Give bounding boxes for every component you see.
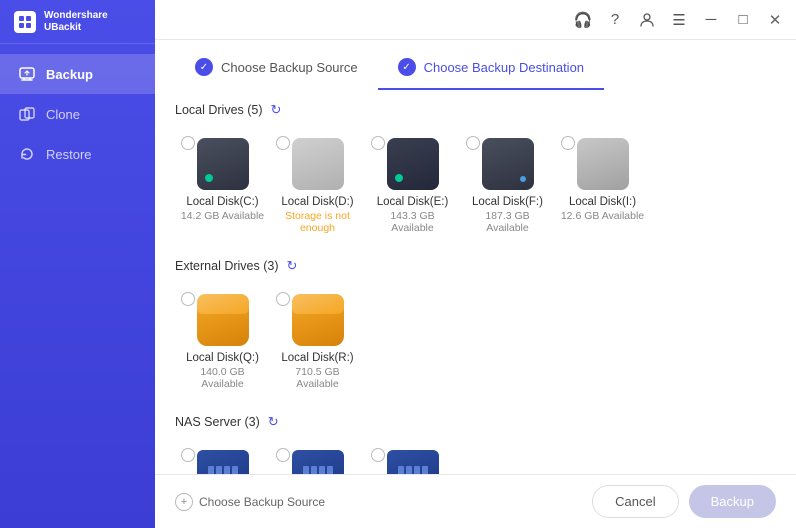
drive-f-icon — [482, 138, 534, 190]
drive-x-radio[interactable] — [181, 448, 195, 462]
drive-z-radio[interactable] — [371, 448, 385, 462]
drive-f[interactable]: Local Disk(F:) 187.3 GB Available — [460, 130, 555, 242]
drive-d-icon — [292, 138, 344, 190]
external-drives-title: External Drives (3) ↻ — [175, 258, 776, 274]
sidebar-item-clone[interactable]: Clone — [0, 94, 155, 134]
drive-i-icon — [577, 138, 629, 190]
drive-e-name: Local Disk(E:) — [377, 196, 449, 208]
drive-x[interactable]: homes(X:) — [175, 442, 270, 474]
app-logo: Wondershare UBackit — [0, 0, 155, 44]
drive-q-name: Local Disk(Q:) — [186, 352, 259, 364]
titlebar: 🎧 ? ☰ ─ □ ✕ — [155, 0, 796, 40]
drive-c-radio[interactable] — [181, 136, 195, 150]
drive-f-name: Local Disk(F:) — [472, 196, 543, 208]
drive-i[interactable]: Local Disk(I:) 12.6 GB Available — [555, 130, 650, 242]
drive-r-icon — [292, 294, 344, 346]
step-source[interactable]: ✓ Choose Backup Source — [175, 50, 378, 90]
content-area: Local Drives (5) ↻ Local Disk(C:) 14.2 G… — [155, 90, 796, 474]
drive-y-radio[interactable] — [276, 448, 290, 462]
external-drives-section: External Drives (3) ↻ Local Disk(Q:) 140… — [175, 258, 776, 398]
step-destination[interactable]: ✓ Choose Backup Destination — [378, 50, 604, 90]
drive-c-name: Local Disk(C:) — [186, 196, 258, 208]
sidebar-nav: Backup Clone Restore — [0, 44, 155, 528]
drive-q[interactable]: Local Disk(Q:) 140.0 GB Available — [175, 286, 270, 398]
footer: + Choose Backup Source Cancel Backup — [155, 474, 796, 528]
drive-q-size: 140.0 GB Available — [179, 366, 266, 390]
headset-icon[interactable]: 🎧 — [574, 11, 592, 29]
drive-d-name: Local Disk(D:) — [281, 196, 353, 208]
drive-q-icon — [197, 294, 249, 346]
drive-f-radio[interactable] — [466, 136, 480, 150]
external-drives-grid: Local Disk(Q:) 140.0 GB Available Local … — [175, 286, 776, 398]
step-destination-label: Choose Backup Destination — [424, 60, 584, 75]
logo-icon — [14, 11, 36, 33]
drive-c-icon — [197, 138, 249, 190]
footer-source: + Choose Backup Source — [175, 493, 325, 511]
steps-header: ✓ Choose Backup Source ✓ Choose Backup D… — [155, 40, 796, 90]
drive-r-size: 710.5 GB Available — [274, 366, 361, 390]
nas-server-title: NAS Server (3) ↻ — [175, 414, 776, 430]
app-name: Wondershare UBackit — [44, 10, 108, 34]
drive-z-icon — [387, 450, 439, 474]
nas-drives-grid: homes(X:) video(Y:) — [175, 442, 776, 474]
drive-e-size: 143.3 GB Available — [369, 210, 456, 234]
drive-e-icon — [387, 138, 439, 190]
drive-x-icon — [197, 450, 249, 474]
close-icon[interactable]: ✕ — [766, 11, 784, 29]
local-drives-title: Local Drives (5) ↻ — [175, 102, 776, 118]
backup-button[interactable]: Backup — [689, 485, 776, 518]
drive-i-size: 12.6 GB Available — [561, 210, 644, 222]
drive-f-size: 187.3 GB Available — [464, 210, 551, 234]
drive-r-name: Local Disk(R:) — [281, 352, 353, 364]
local-drives-grid: Local Disk(C:) 14.2 GB Available Local D… — [175, 130, 776, 242]
drive-r[interactable]: Local Disk(R:) 710.5 GB Available — [270, 286, 365, 398]
drive-r-radio[interactable] — [276, 292, 290, 306]
drive-i-name: Local Disk(I:) — [569, 196, 636, 208]
menu-icon[interactable]: ☰ — [670, 11, 688, 29]
drive-c-size: 14.2 GB Available — [181, 210, 264, 222]
backup-icon — [18, 65, 36, 83]
step-source-check: ✓ — [195, 58, 213, 76]
restore-icon — [18, 145, 36, 163]
maximize-icon[interactable]: □ — [734, 11, 752, 29]
nas-server-section: NAS Server (3) ↻ homes(X:) — [175, 414, 776, 474]
drive-d-size: Storage is not enough — [274, 210, 361, 234]
drive-q-radio[interactable] — [181, 292, 195, 306]
step-destination-check: ✓ — [398, 58, 416, 76]
sidebar-clone-label: Clone — [46, 107, 80, 122]
question-icon[interactable]: ? — [606, 11, 624, 29]
clone-icon — [18, 105, 36, 123]
sidebar-item-backup[interactable]: Backup — [0, 54, 155, 94]
drive-c[interactable]: Local Disk(C:) 14.2 GB Available — [175, 130, 270, 242]
drive-y[interactable]: video(Y:) — [270, 442, 365, 474]
minimize-icon[interactable]: ─ — [702, 11, 720, 29]
main-panel: 🎧 ? ☰ ─ □ ✕ ✓ Choose Backup Source ✓ Cho… — [155, 0, 796, 528]
footer-source-label: Choose Backup Source — [199, 495, 325, 509]
drive-e[interactable]: Local Disk(E:) 143.3 GB Available — [365, 130, 460, 242]
user-icon[interactable] — [638, 11, 656, 29]
external-drives-refresh-icon[interactable]: ↻ — [287, 258, 303, 274]
drive-d[interactable]: Local Disk(D:) Storage is not enough — [270, 130, 365, 242]
sidebar: Wondershare UBackit Backup Clone Restore — [0, 0, 155, 528]
footer-buttons: Cancel Backup — [592, 485, 776, 518]
local-drives-section: Local Drives (5) ↻ Local Disk(C:) 14.2 G… — [175, 102, 776, 242]
drive-y-icon — [292, 450, 344, 474]
sidebar-backup-label: Backup — [46, 67, 93, 82]
footer-source-icon: + — [175, 493, 193, 511]
step-source-label: Choose Backup Source — [221, 60, 358, 75]
local-drives-refresh-icon[interactable]: ↻ — [271, 102, 287, 118]
drive-i-radio[interactable] — [561, 136, 575, 150]
nas-server-refresh-icon[interactable]: ↻ — [268, 414, 284, 430]
sidebar-item-restore[interactable]: Restore — [0, 134, 155, 174]
drive-e-radio[interactable] — [371, 136, 385, 150]
cancel-button[interactable]: Cancel — [592, 485, 678, 518]
drive-d-radio[interactable] — [276, 136, 290, 150]
drive-z[interactable]: home(Z:) — [365, 442, 460, 474]
sidebar-restore-label: Restore — [46, 147, 92, 162]
